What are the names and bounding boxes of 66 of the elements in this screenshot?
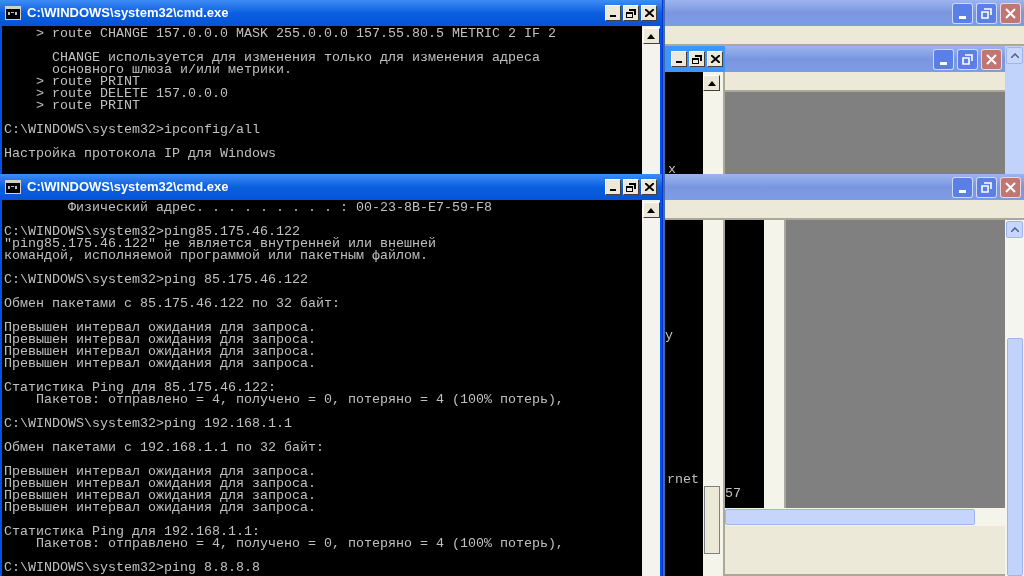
window-title: C:\WINDOWS\system32\cmd.exe: [27, 178, 229, 197]
restore-icon: [626, 8, 636, 18]
restore-icon: [626, 182, 636, 192]
console-line: Превышен интервал ожидания для запроса.: [4, 502, 316, 514]
console-line: > route CHANGE 157.0.0.0 MASK 255.0.0.0 157.55.80.5 METRIC 2 IF 2: [35, 28, 556, 40]
console-line: Превышен интервал ожидания для запроса.: [4, 478, 316, 490]
scroll-thumb[interactable]: [1006, 338, 1023, 576]
close-icon: [644, 183, 654, 191]
console-line: Обмен пакетами с 85.175.46.122 по 32 байт:: [4, 298, 340, 310]
console-line: Статистика Ping для 85.175.46.122:: [4, 382, 276, 394]
caret-up-icon: [707, 80, 716, 86]
minimize-button[interactable]: [605, 5, 621, 21]
restore-icon: [981, 7, 992, 19]
console-line: Превышен интервал ожидания для запроса.: [4, 358, 316, 370]
caret-up-icon: [1010, 227, 1019, 232]
restore-icon: [692, 54, 702, 64]
console-text: 57: [725, 488, 741, 500]
close-button[interactable]: [707, 51, 723, 67]
console-line: Превышен интервал ожидания для запроса.: [4, 346, 316, 358]
minimize-button[interactable]: [671, 51, 687, 67]
restore-icon: [962, 53, 973, 65]
console-line: C:\WINDOWS\system32>ping85.175.46.122: [4, 226, 300, 238]
caret-up-icon: [647, 33, 655, 39]
caret-up-icon: [1010, 53, 1019, 58]
console-text: x: [668, 164, 676, 176]
minimize-button[interactable]: [605, 179, 621, 195]
close-icon: [986, 53, 997, 65]
console-line: "ping85.175.46.122" не является внутренней или внешней: [4, 238, 436, 250]
restore-icon: [981, 181, 992, 193]
horizontal-scrollbar[interactable]: [725, 509, 975, 525]
console-text: y: [665, 330, 673, 342]
console-line: командой, исполняемой программой или пакетным файлом.: [4, 250, 428, 262]
console-line: C:\WINDOWS\system32>ping 192.168.1.1: [4, 418, 292, 430]
window-title: C:\WINDOWS\system32\cmd.exe: [27, 4, 229, 23]
console-line: Пакетов: отправлено = 4, получено = 0, потеряно = 4 (100% потерь),: [35, 394, 564, 406]
console-text: rnet: [667, 474, 699, 486]
caret-up-icon: [647, 207, 655, 213]
console-line: Превышен интервал ожидания для запроса.: [4, 466, 316, 478]
close-icon: [1005, 7, 1016, 19]
console-line: > route PRINT: [35, 100, 140, 112]
console-line: основного шлюза и/или метрики.: [51, 64, 292, 76]
restore-button[interactable]: [623, 5, 639, 21]
console-line: Настройка протокола IP для Windows: [4, 148, 276, 160]
console-icon: [5, 180, 21, 194]
close-button[interactable]: [641, 5, 657, 21]
console-line: > route DELETE 157.0.0.0: [35, 88, 228, 100]
restore-button[interactable]: [623, 179, 639, 195]
scroll-thumb[interactable]: [704, 486, 720, 554]
restore-button[interactable]: [689, 51, 705, 67]
close-icon: [1005, 181, 1016, 193]
console-line: Физический адрес. . . . . . . . . : 00-23-8B-E7-59-F8: [67, 202, 492, 214]
console-line: Превышен интервал ожидания для запроса.: [4, 322, 316, 334]
console-line: C:\WINDOWS\system32>ping 85.175.46.122: [4, 274, 308, 286]
close-icon: [644, 9, 654, 17]
close-button[interactable]: [641, 179, 657, 195]
console-line: Обмен пакетами с 192.168.1.1 по 32 байт:: [4, 442, 324, 454]
console-icon: [5, 6, 21, 20]
console-line: CHANGE используется для изменения только для изменения адреса: [51, 52, 540, 64]
console-line: Пакетов: отправлено = 4, получено = 0, потеряно = 4 (100% потерь),: [35, 538, 564, 550]
close-icon: [710, 55, 720, 63]
console-line: > route PRINT: [35, 76, 140, 88]
console-line: Статистика Ping для 192.168.1.1:: [4, 526, 260, 538]
console-line: C:\WINDOWS\system32>ping 8.8.8.8: [4, 562, 260, 574]
console-line: Превышен интервал ожидания для запроса.: [4, 334, 316, 346]
console-line: Превышен интервал ожидания для запроса.: [4, 490, 316, 502]
console-line: C:\WINDOWS\system32>ipconfig/all: [4, 124, 260, 136]
